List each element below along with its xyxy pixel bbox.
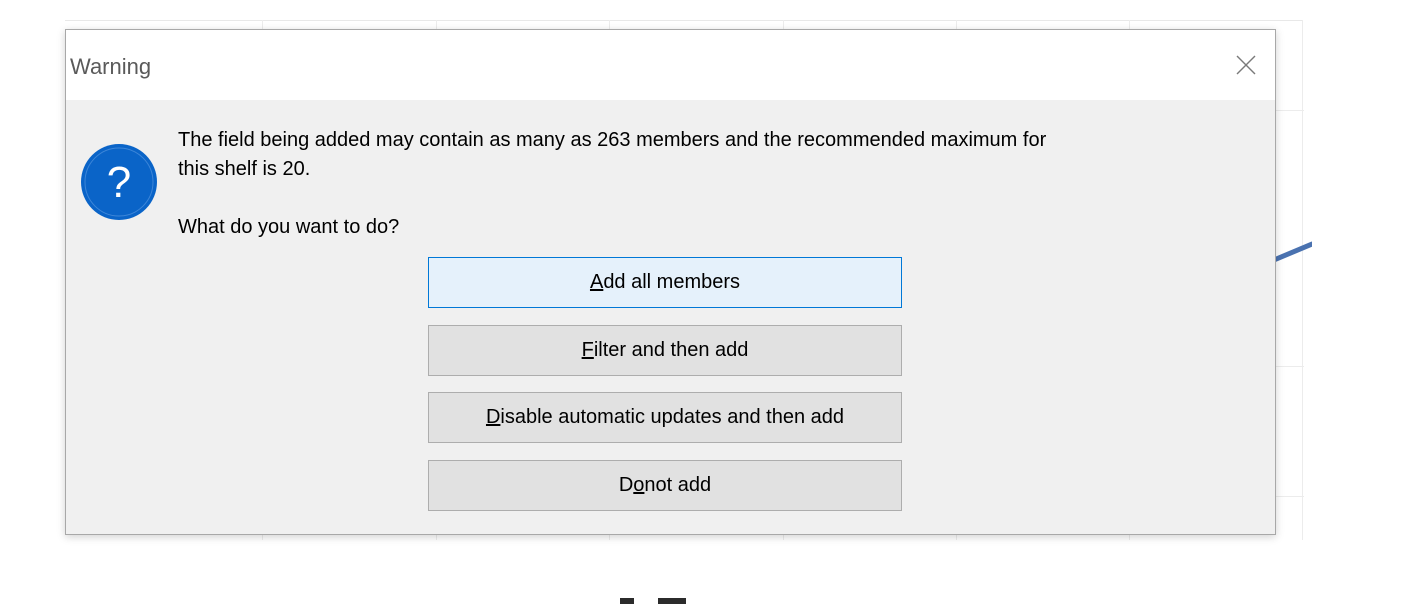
message-line: The field being added may contain as man…: [178, 129, 1047, 151]
question-mark-icon: ?: [80, 143, 158, 221]
dialog-titlebar[interactable]: Warning: [66, 30, 1275, 100]
gridline: [1276, 110, 1304, 111]
button-accelerator: A: [589, 271, 604, 293]
message-line: this shelf is 20.: [178, 158, 311, 180]
button-label-post: not add: [644, 474, 712, 496]
button-label-post: isable automatic updates and then add: [500, 406, 845, 428]
gridline: [1302, 20, 1303, 540]
add-all-members-button[interactable]: Add all members: [428, 257, 902, 308]
close-button[interactable]: [1231, 50, 1261, 80]
warning-dialog: Warning ? The field being added may cont…: [65, 29, 1276, 535]
button-label-pre: D: [618, 474, 634, 496]
chart-trend-line: [1272, 241, 1312, 263]
button-label-post: dd all members: [603, 271, 741, 293]
button-accelerator: o: [633, 474, 645, 496]
filter-and-add-button[interactable]: Filter and then add: [428, 325, 902, 376]
button-accelerator: D: [485, 406, 501, 428]
clipped-text-fragment: [618, 590, 698, 604]
do-not-add-button[interactable]: Do not add: [428, 460, 902, 511]
button-label-post: ilter and then add: [593, 339, 749, 361]
dialog-title: Warning: [70, 54, 152, 79]
svg-text:?: ?: [107, 158, 131, 207]
close-icon: [1236, 55, 1256, 75]
dialog-prompt: What do you want to do?: [178, 216, 400, 238]
gridline: [1276, 496, 1304, 497]
dialog-message: The field being added may contain as man…: [178, 126, 1258, 184]
gridline: [1276, 366, 1304, 367]
disable-updates-and-add-button[interactable]: Disable automatic updates and then add: [428, 392, 902, 443]
button-accelerator: F: [581, 339, 594, 361]
